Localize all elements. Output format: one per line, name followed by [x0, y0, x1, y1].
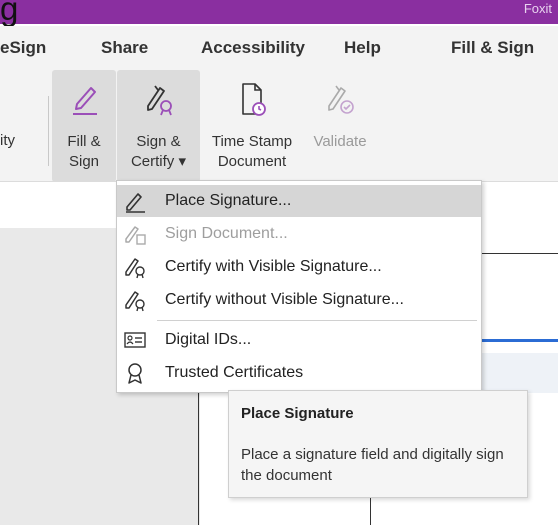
- partial-heading: g: [0, 0, 19, 27]
- fill-and-sign-label: Fill & Sign: [67, 133, 101, 170]
- time-stamp-document-button[interactable]: Time Stamp Document: [202, 70, 302, 182]
- tab-accessibility[interactable]: Accessibility: [201, 38, 305, 58]
- tab-share[interactable]: Share: [101, 38, 148, 58]
- title-bar: Foxit: [0, 0, 558, 24]
- menu-item-trusted-certificates[interactable]: Trusted Certificates: [117, 357, 481, 389]
- validate-button[interactable]: Validate: [304, 70, 376, 182]
- ribbon-separator: [48, 96, 49, 166]
- ribbon-tabs: eSign Share Accessibility Help Fill & Si…: [0, 26, 558, 70]
- tab-esign[interactable]: eSign: [0, 38, 46, 58]
- tooltip: Place Signature Place a signature field …: [228, 390, 528, 498]
- sign-and-certify-label: Sign & Certify ▾: [130, 133, 187, 170]
- fill-and-sign-button[interactable]: Fill & Sign: [52, 70, 116, 182]
- menu-item-certify-invisible[interactable]: Certify without Visible Signature...: [117, 284, 481, 316]
- window-title-fragment: Foxit: [523, 1, 552, 16]
- sign-certify-icon: [146, 85, 172, 116]
- ribbon-partial-label: ity: [0, 132, 15, 149]
- menu-item-place-signature[interactable]: Place Signature...: [117, 185, 481, 217]
- menu-item-certify-visible[interactable]: Certify with Visible Signature...: [117, 251, 481, 283]
- tab-fill-and-sign[interactable]: Fill & Sign: [451, 38, 534, 58]
- sign-and-certify-button[interactable]: Sign & Certify ▾: [117, 70, 200, 182]
- time-stamp-icon: [242, 83, 266, 116]
- validate-label: Validate: [313, 133, 367, 150]
- pen-icon: [73, 87, 97, 115]
- menu-separator: [157, 320, 477, 321]
- certify-invisible-icon: [125, 291, 145, 312]
- time-stamp-label: Time Stamp Document: [211, 133, 293, 170]
- trusted-certificate-icon: [128, 363, 142, 384]
- digital-id-icon: [124, 332, 146, 348]
- sign-document-icon: [125, 226, 146, 245]
- place-signature-icon: [126, 193, 145, 213]
- tooltip-body: Place a signature field and digitally si…: [241, 446, 504, 484]
- tooltip-title: Place Signature: [241, 405, 354, 422]
- sign-and-certify-dropdown: Place Signature... Sign Document... Cert…: [116, 180, 482, 393]
- validate-icon: [328, 85, 354, 114]
- menu-item-sign-document[interactable]: Sign Document...: [117, 218, 481, 250]
- ribbon-panel: ity Fill & Sign Sign & Certify ▾ Time St…: [0, 70, 558, 182]
- certify-visible-icon: [125, 258, 145, 279]
- tab-help[interactable]: Help: [344, 38, 381, 58]
- menu-item-digital-ids[interactable]: Digital IDs...: [117, 324, 481, 356]
